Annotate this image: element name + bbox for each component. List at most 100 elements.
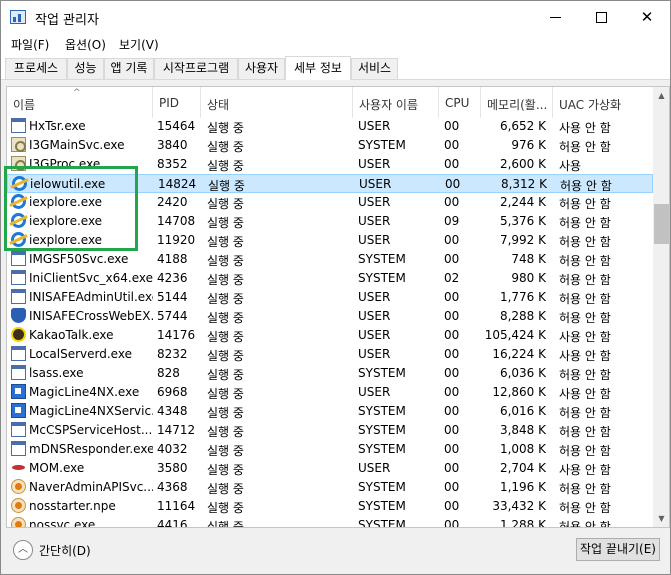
table-row[interactable]: INISAFECrossWebEX... 5744 실행 중 USER 00 8,288 … (7, 307, 653, 326)
fewer-details-link[interactable]: 간단히(D) (39, 542, 91, 559)
window-icon (11, 251, 26, 266)
scroll-up-icon[interactable]: ▲ (653, 87, 669, 104)
process-cpu: 00 (444, 119, 460, 133)
column-header-name[interactable]: 이름 ^ (7, 87, 153, 118)
process-cpu: 00 (444, 499, 460, 513)
process-pid: 8352 (157, 157, 188, 171)
table-row[interactable]: IniClientSvc_x64.exe 4236 실행 중 SYSTEM 02 980 … (7, 269, 653, 288)
orange-logo-icon (11, 498, 26, 513)
column-header-username[interactable]: 사용자 이름 (353, 87, 439, 118)
table-row[interactable]: KakaoTalk.exe 14176 실행 중 USER 00 105,424 K 사용 … (7, 326, 653, 345)
process-cpu: 00 (444, 309, 460, 323)
tab-startup[interactable]: 시작프로그램 (154, 58, 238, 79)
table-row[interactable]: nosstarter.npe 11164 실행 중 SYSTEM 00 33,432 K 허… (7, 497, 653, 516)
process-pid: 4416 (157, 518, 188, 528)
column-header-cpu[interactable]: CPU (439, 87, 481, 118)
column-header-pid[interactable]: PID (153, 87, 201, 118)
tab-details[interactable]: 세부 정보 (285, 56, 351, 80)
process-cpu: 00 (444, 461, 460, 475)
process-name: MagicLine4NXServic... (29, 404, 153, 418)
process-pid: 15464 (157, 119, 196, 133)
tab-performance[interactable]: 성능 (67, 58, 104, 79)
tab-services[interactable]: 서비스 (351, 58, 398, 79)
process-status: 실행 중 (208, 179, 245, 193)
process-memory: 1,196 K (499, 480, 546, 494)
process-name: INISAFECrossWebEX... (29, 309, 153, 323)
title-bar[interactable]: 작업 관리자 ✕ (1, 1, 670, 34)
process-uac: 허용 안 함 (560, 179, 612, 193)
process-uac: 허용 안 함 (559, 368, 611, 382)
process-memory: 33,432 K (492, 499, 546, 513)
process-memory: 748 K (511, 252, 546, 266)
process-user: SYSTEM (358, 366, 406, 380)
menu-options[interactable]: 옵션(O) (63, 36, 108, 53)
process-pid: 4236 (157, 271, 188, 285)
process-user: USER (358, 461, 391, 475)
process-cpu: 00 (444, 195, 460, 209)
tab-processes[interactable]: 프로세스 (5, 58, 67, 79)
process-cpu: 00 (444, 385, 460, 399)
tab-users[interactable]: 사용자 (238, 58, 285, 79)
process-user: USER (358, 309, 391, 323)
window-icon (11, 118, 26, 133)
process-uac: 허용 안 함 (559, 235, 611, 249)
window-icon (11, 441, 26, 456)
column-header-status[interactable]: 상태 (201, 87, 353, 118)
process-status: 실행 중 (207, 197, 244, 211)
process-memory: 1,776 K (499, 290, 546, 304)
process-uac: 사용 안 함 (559, 330, 611, 344)
process-name: MOM.exe (29, 461, 85, 475)
table-row[interactable]: mDNSResponder.exe 4032 실행 중 SYSTEM 00 1,008 K… (7, 440, 653, 459)
table-row[interactable]: McCSPServiceHost.... 14712 실행 중 SYSTEM 00 3,8… (7, 421, 653, 440)
chevron-up-icon[interactable]: ︿ (13, 540, 33, 560)
scroll-thumb[interactable] (654, 204, 669, 244)
process-name: MagicLine4NX.exe (29, 385, 140, 399)
process-memory: 6,036 K (499, 366, 546, 380)
minimize-button[interactable] (532, 1, 578, 34)
table-row[interactable]: NaverAdminAPISvc.... 4368 실행 중 SYSTEM 00 1,19… (7, 478, 653, 497)
table-row[interactable]: I3GMainSvc.exe 3840 실행 중 SYSTEM 00 976 K 허용 안 … (7, 136, 653, 155)
table-row[interactable]: MagicLine4NXServic... 4348 실행 중 SYSTEM 00 6,0… (7, 402, 653, 421)
window-icon (11, 289, 26, 304)
orange-logo-icon (11, 517, 26, 527)
menu-file[interactable]: 파일(F) (9, 36, 51, 53)
process-memory: 16,224 K (492, 347, 546, 361)
end-task-button[interactable]: 작업 끝내기(E) (576, 538, 660, 561)
tab-app-history[interactable]: 앱 기록 (104, 58, 154, 79)
column-header-memory[interactable]: 메모리(활... (481, 87, 553, 118)
process-memory: 2,600 K (499, 157, 546, 171)
process-uac: 사용 안 함 (559, 349, 611, 363)
table-row[interactable]: INISAFEAdminUtil.exe 5144 실행 중 USER 00 1,776 … (7, 288, 653, 307)
process-uac: 허용 안 함 (559, 197, 611, 211)
vertical-scrollbar[interactable]: ▲ ▼ (653, 87, 669, 527)
process-details-list[interactable]: 이름 ^ PID 상태 사용자 이름 CPU 메모리(활... UAC 가상화 H… (6, 86, 670, 528)
table-row[interactable]: IMGSF50Svc.exe 4188 실행 중 SYSTEM 00 748 K 허용 안 … (7, 250, 653, 269)
process-status: 실행 중 (207, 463, 244, 477)
maximize-button[interactable] (578, 1, 624, 34)
column-header-row: 이름 ^ PID 상태 사용자 이름 CPU 메모리(활... UAC 가상화 (7, 87, 653, 118)
table-row[interactable]: MOM.exe 3580 실행 중 USER 00 2,704 K 사용 안 함 (7, 459, 653, 478)
process-user: USER (358, 195, 391, 209)
menu-view[interactable]: 보기(V) (117, 36, 161, 53)
process-uac: 사용 (559, 159, 582, 173)
table-row[interactable]: nossvc.exe 4416 실행 중 SYSTEM 00 1,288 K 허용 안 함 (7, 516, 653, 528)
table-row[interactable]: LocalServerd.exe 8232 실행 중 USER 00 16,224 K 사용… (7, 345, 653, 364)
process-pid: 4348 (157, 404, 188, 418)
process-status: 실행 중 (207, 292, 244, 306)
table-row[interactable]: HxTsr.exe 15464 실행 중 USER 00 6,652 K 사용 안 함 (7, 117, 653, 136)
process-status: 실행 중 (207, 273, 244, 287)
chat-bubble-icon (11, 327, 26, 342)
table-row[interactable]: lsass.exe 828 실행 중 SYSTEM 00 6,036 K 허용 안 함 (7, 364, 653, 383)
process-user: SYSTEM (358, 518, 406, 528)
close-button[interactable]: ✕ (624, 1, 670, 34)
process-name: IniClientSvc_x64.exe (29, 271, 153, 285)
process-uac: 사용 안 함 (559, 387, 611, 401)
table-row[interactable]: MagicLine4NX.exe 6968 실행 중 USER 00 12,860 K 사용… (7, 383, 653, 402)
task-manager-app-icon (10, 10, 26, 24)
process-user: SYSTEM (358, 404, 406, 418)
scroll-down-icon[interactable]: ▼ (653, 510, 669, 527)
process-pid: 5144 (157, 290, 188, 304)
process-pid: 4188 (157, 252, 188, 266)
process-uac: 허용 안 함 (559, 482, 611, 496)
column-header-uac[interactable]: UAC 가상화 (553, 87, 653, 118)
